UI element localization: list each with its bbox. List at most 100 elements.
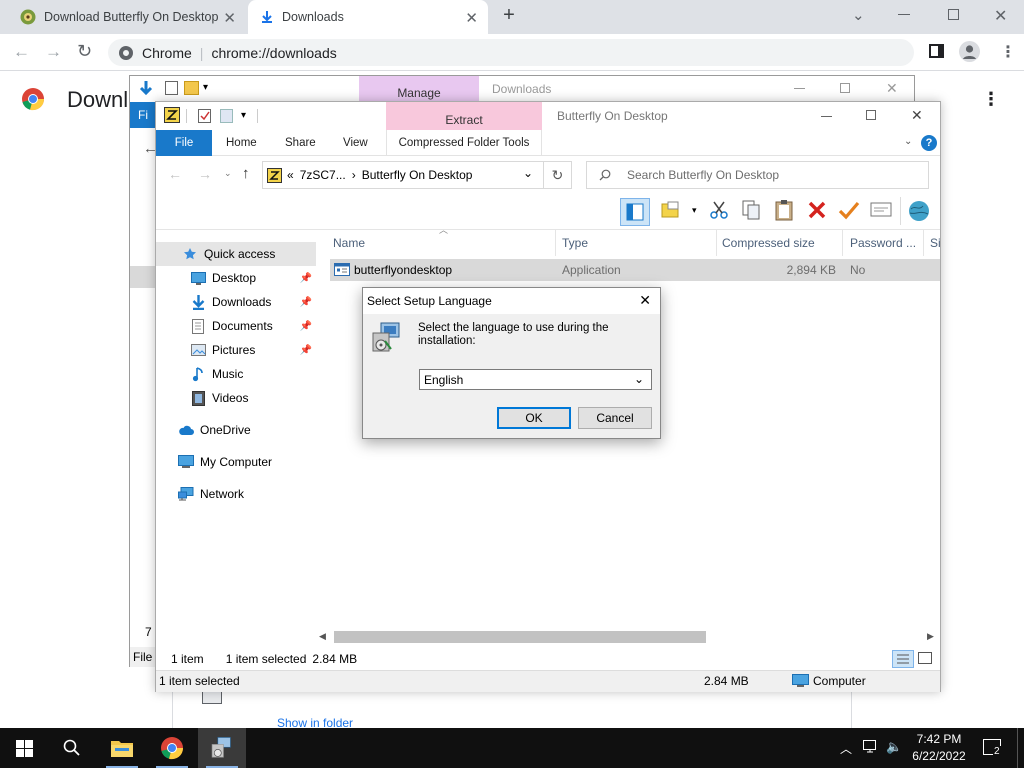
omnibox[interactable]: Chrome | chrome://downloads (108, 39, 914, 66)
search-input[interactable]: Search Butterfly On Desktop (586, 161, 929, 189)
start-windows-icon[interactable] (0, 728, 48, 768)
address-dropdown-icon[interactable]: ⌄ (523, 166, 533, 180)
tab-home[interactable]: Home (226, 130, 257, 156)
nav-item-my-computer[interactable]: My Computer (156, 450, 316, 474)
tab-download-butterfly[interactable]: Download Butterfly On Desktop ✕ (8, 0, 246, 34)
address-segment-current[interactable]: Butterfly On Desktop (362, 168, 473, 182)
close-button[interactable]: ✕ (911, 107, 923, 124)
tab-search-chevron-icon[interactable]: ⌄ (852, 6, 865, 24)
nav-item-desktop[interactable]: Desktop 📌 (156, 266, 316, 290)
horizontal-scrollbar[interactable]: ◀ ▶ (316, 628, 940, 646)
nav-item-network[interactable]: Network (156, 482, 316, 506)
pin-icon[interactable]: 📌 (300, 321, 312, 332)
column-header-compressed-size[interactable]: Compressed size (722, 230, 815, 256)
nav-item-quick-access[interactable]: Quick access (156, 242, 316, 266)
clock-date[interactable]: 6/22/2022 (908, 749, 970, 763)
restore-button[interactable] (948, 9, 959, 20)
column-separator[interactable] (923, 230, 924, 256)
scrollbar-thumb[interactable] (334, 631, 706, 643)
language-select[interactable]: English ⌄ (419, 369, 652, 390)
chrome-taskbar-icon[interactable] (148, 728, 196, 768)
properties-check-icon[interactable] (198, 109, 211, 123)
recent-locations-chevron-icon[interactable]: ⌄ (224, 168, 232, 179)
manage-context-tab[interactable]: Manage (359, 76, 479, 102)
cut-scissors-icon[interactable] (709, 200, 729, 220)
column-header-name[interactable]: Name (333, 230, 365, 256)
search-icon[interactable] (48, 728, 96, 768)
tab-view[interactable]: View (343, 130, 368, 156)
add-dropdown-icon[interactable]: ▾ (692, 205, 697, 216)
preview-pane-button[interactable] (620, 198, 650, 226)
new-item-icon[interactable] (220, 109, 233, 123)
column-header-type[interactable]: Type (562, 230, 588, 256)
volume-icon[interactable]: 🔈 (886, 739, 902, 755)
pin-icon[interactable]: 📌 (300, 273, 312, 284)
large-icons-view-icon[interactable] (918, 652, 932, 664)
tab-share[interactable]: Share (285, 130, 316, 156)
tab-file[interactable]: File (156, 130, 212, 156)
column-header-password[interactable]: Password ... (850, 230, 916, 256)
file-name[interactable]: butterflyondesktop (354, 259, 452, 281)
menu-kebab-icon[interactable]: ⋮ (1000, 42, 1016, 62)
tab-compressed-folder-tools[interactable]: Compressed Folder Tools (386, 130, 542, 156)
forward-arrow-icon[interactable]: → (45, 42, 62, 62)
back-minimize-button[interactable] (794, 88, 805, 89)
refresh-icon[interactable]: ↻ (544, 161, 572, 189)
column-separator[interactable] (716, 230, 717, 256)
nav-item-onedrive[interactable]: OneDrive (156, 418, 316, 442)
chevron-down-icon[interactable]: ⌄ (634, 372, 644, 386)
extract-context-tab[interactable]: Extract (386, 102, 542, 130)
scroll-left-arrow-icon[interactable]: ◀ (319, 631, 326, 642)
ok-button[interactable]: OK (497, 407, 571, 429)
back-close-button[interactable]: ✕ (886, 80, 898, 97)
show-desktop-button[interactable] (1017, 728, 1018, 768)
back-maximize-button[interactable] (840, 83, 850, 93)
installer-taskbar-icon[interactable] (198, 728, 246, 768)
reload-icon[interactable]: ↻ (77, 41, 92, 62)
column-separator[interactable] (555, 230, 556, 256)
column-header-size[interactable]: Si (930, 230, 940, 256)
help-icon[interactable]: ? (921, 135, 937, 151)
nav-item-downloads[interactable]: Downloads 📌 (156, 290, 316, 314)
tab-downloads[interactable]: Downloads ✕ (248, 0, 488, 34)
cancel-button[interactable]: Cancel (578, 407, 652, 429)
qat-dropdown-icon[interactable]: ▾ (241, 110, 246, 121)
show-hidden-icons-chevron-icon[interactable]: ︿ (840, 740, 852, 757)
address-segment[interactable]: 7zSC7... (300, 168, 346, 182)
back-arrow-icon[interactable]: ← (168, 166, 182, 182)
dialog-close-button[interactable]: ✕ (639, 292, 651, 309)
properties-check-icon[interactable] (165, 81, 178, 95)
nav-item-music[interactable]: Music (156, 362, 316, 386)
nav-item-pictures[interactable]: Pictures 📌 (156, 338, 316, 362)
clock-time[interactable]: 7:42 PM (908, 732, 970, 746)
up-arrow-icon[interactable]: ↑ (242, 165, 250, 182)
back-file-tab[interactable]: Fi (130, 102, 156, 128)
address-bar[interactable]: « 7zSC7... › Butterfly On Desktop ⌄ (262, 161, 544, 189)
test-checkmark-icon[interactable] (838, 200, 860, 220)
side-panel-icon[interactable] (929, 44, 944, 58)
copy-icon[interactable] (741, 199, 761, 221)
pin-icon[interactable]: 📌 (300, 297, 312, 308)
file-explorer-taskbar-icon[interactable] (98, 728, 146, 768)
address-separator[interactable]: › (352, 168, 356, 182)
details-view-icon[interactable] (892, 650, 914, 668)
close-tab-icon[interactable]: ✕ (465, 9, 478, 27)
ribbon-collapse-chevron-icon[interactable]: ⌄ (904, 136, 912, 147)
new-folder-icon[interactable] (184, 81, 199, 95)
minimize-button[interactable] (821, 116, 832, 117)
forward-arrow-icon[interactable]: → (198, 166, 212, 182)
profile-avatar-icon[interactable] (959, 41, 980, 62)
pin-icon[interactable]: 📌 (300, 345, 312, 356)
maximize-button[interactable] (866, 110, 876, 120)
notification-center-icon[interactable]: 2 (983, 739, 1001, 757)
qat-dropdown-icon[interactable]: ▾ (203, 82, 208, 93)
paste-clipboard-icon[interactable] (774, 199, 794, 221)
minimize-button[interactable] (898, 14, 910, 15)
nav-item-documents[interactable]: Documents 📌 (156, 314, 316, 338)
close-window-button[interactable]: ✕ (994, 6, 1007, 26)
network-tray-icon[interactable] (863, 740, 879, 754)
close-tab-icon[interactable]: ✕ (223, 9, 236, 27)
new-tab-button[interactable]: + (498, 4, 520, 28)
scroll-right-arrow-icon[interactable]: ▶ (927, 631, 934, 642)
column-separator[interactable] (842, 230, 843, 256)
